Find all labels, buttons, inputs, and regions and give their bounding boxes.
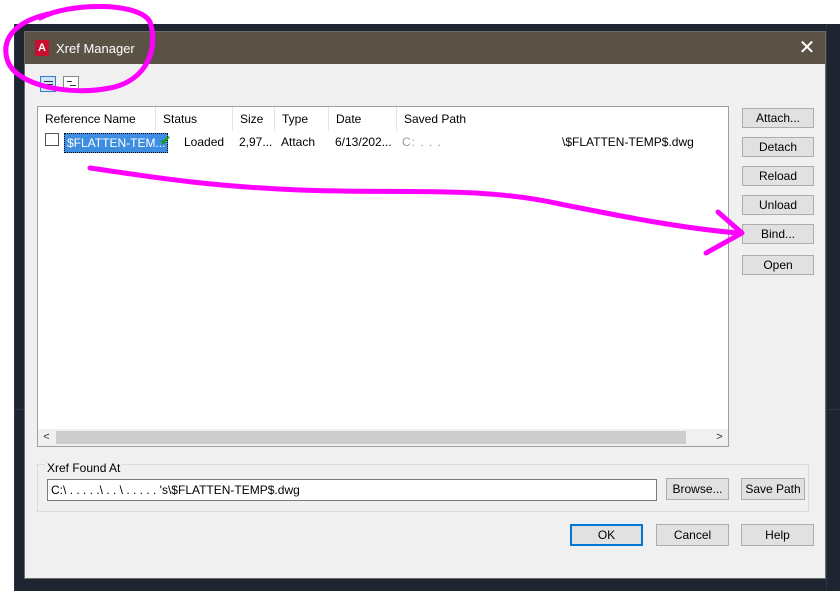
xref-found-at-label: Xref Found At	[45, 461, 123, 475]
column-header-status[interactable]: Status	[156, 107, 233, 131]
row-saved-path-prefix: C: . . .	[402, 135, 443, 149]
column-header-date[interactable]: Date	[329, 107, 397, 131]
browse-button[interactable]: Browse...	[666, 478, 729, 500]
attach-button[interactable]: Attach...	[742, 108, 814, 128]
row-status: Loaded	[184, 135, 225, 149]
row-type: Attach	[281, 135, 316, 149]
cancel-button[interactable]: Cancel	[656, 524, 729, 546]
unload-button[interactable]: Unload	[742, 195, 814, 215]
xref-manager-dialog: A Xref Manager ✕ Reference Name Status S…	[24, 31, 826, 579]
title-bar: A Xref Manager ✕	[25, 32, 825, 64]
xref-found-at-path-field[interactable]: C:\ . . . . .\ . . \ . . . . . 's\$FLATT…	[47, 479, 657, 501]
row-saved-path-suffix: \$FLATTEN-TEMP$.dwg	[562, 135, 694, 149]
horizontal-scrollbar[interactable]: < >	[38, 429, 728, 446]
scroll-right-icon[interactable]: >	[711, 429, 728, 446]
row-reference-name[interactable]: $FLATTEN-TEM...	[64, 133, 169, 153]
save-path-button[interactable]: Save Path	[741, 478, 805, 500]
dialog-title: Xref Manager	[56, 41, 135, 56]
row-size: 2,97...	[239, 135, 273, 149]
tree-view-icon[interactable]	[63, 76, 79, 92]
column-header-type[interactable]: Type	[275, 107, 329, 131]
xref-list-panel[interactable]: Reference Name Status Size Type Date Sav…	[37, 106, 729, 447]
row-date: 6/13/202...	[335, 135, 392, 149]
open-button[interactable]: Open	[742, 255, 814, 275]
column-header-saved-path[interactable]: Saved Path	[397, 107, 547, 131]
detach-button[interactable]: Detach	[742, 137, 814, 157]
autocad-app-icon: A	[35, 40, 49, 56]
list-view-icon[interactable]	[40, 76, 56, 92]
ok-button[interactable]: OK	[570, 524, 643, 546]
column-header-size[interactable]: Size	[233, 107, 275, 131]
xref-file-icon	[45, 133, 59, 146]
scroll-left-icon[interactable]: <	[38, 429, 55, 446]
checkmark-icon: ✔	[160, 133, 171, 148]
reload-button[interactable]: Reload	[742, 166, 814, 186]
close-icon[interactable]: ✕	[797, 38, 817, 58]
help-button[interactable]: Help	[741, 524, 814, 546]
column-header-reference-name[interactable]: Reference Name	[38, 107, 156, 131]
bind-button[interactable]: Bind...	[742, 224, 814, 244]
scrollbar-thumb[interactable]	[56, 431, 686, 444]
